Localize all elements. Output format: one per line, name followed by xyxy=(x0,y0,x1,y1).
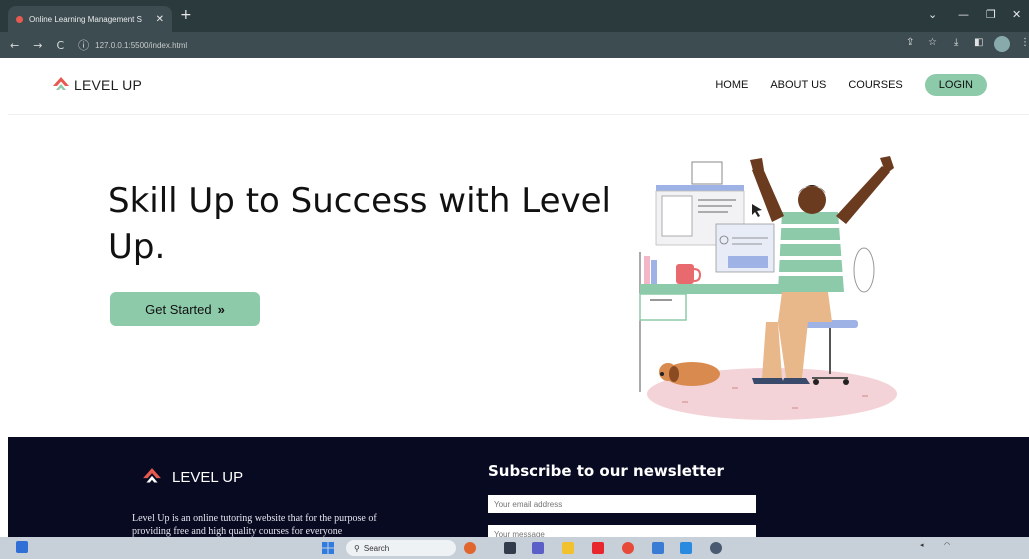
minimize-icon[interactable]: — xyxy=(958,8,969,21)
os-taskbar: ⚲ Search ◂ ◠ xyxy=(0,537,1029,559)
footer-logo-icon xyxy=(143,468,161,483)
nav-courses[interactable]: COURSES xyxy=(848,79,902,91)
sidepanel-icon[interactable]: ◧ xyxy=(974,37,983,48)
tab-close-icon[interactable]: ✕ xyxy=(156,14,164,25)
double-chevron-right-icon: » xyxy=(217,301,225,317)
share-icon[interactable]: ⇪ xyxy=(906,37,914,48)
favicon-icon xyxy=(16,15,23,23)
hero-title: Skill Up to Success with Level Up. xyxy=(108,181,611,267)
settings-gear-icon[interactable] xyxy=(710,542,722,554)
reload-icon[interactable]: C xyxy=(56,39,64,52)
site-info-icon[interactable]: ⓘ xyxy=(78,37,89,53)
widgets-icon[interactable] xyxy=(16,541,28,553)
get-started-label: Get Started xyxy=(145,301,212,317)
footer-logo[interactable]: LEVEL UP xyxy=(142,467,243,487)
profile-avatar[interactable] xyxy=(994,36,1010,52)
site-logo[interactable]: LEVEL UP xyxy=(52,76,142,94)
footer-logo-text: LEVEL UP xyxy=(172,468,244,486)
youtube-icon[interactable] xyxy=(592,542,604,554)
volume-icon[interactable]: ◂ xyxy=(920,542,924,549)
file-explorer-icon[interactable] xyxy=(562,542,574,554)
menu-kebab-icon[interactable]: ⋮ xyxy=(1020,37,1029,48)
footer-description: Level Up is an online tutoring website t… xyxy=(132,513,377,537)
newsletter-email-input[interactable] xyxy=(488,495,756,513)
browser-address-bar: ← → C ⓘ 127.0.0.1:5500/index.html xyxy=(0,32,1029,58)
site-footer: LEVEL UP Level Up is an online tutoring … xyxy=(8,437,1029,543)
windows-start-icon[interactable] xyxy=(322,542,334,554)
taskbar-search[interactable]: ⚲ Search xyxy=(346,540,456,556)
bookmark-star-icon[interactable]: ☆ xyxy=(928,37,937,48)
teams-icon[interactable] xyxy=(532,542,544,554)
site-header: LEVEL UP HOME ABOUT US COURSES LOGIN xyxy=(8,58,1029,115)
task-view-icon[interactable] xyxy=(504,542,516,554)
logo-text: LEVEL UP xyxy=(74,77,143,93)
hero-illustration xyxy=(639,156,897,420)
url-input[interactable]: 127.0.0.1:5500/index.html xyxy=(95,41,187,50)
store-icon[interactable] xyxy=(652,542,664,554)
download-icon[interactable]: ⤓ xyxy=(954,37,958,48)
wifi-icon[interactable]: ◠ xyxy=(944,542,950,549)
search-icon: ⚲ xyxy=(354,543,360,553)
get-started-button[interactable]: Get Started » xyxy=(110,292,260,326)
newsletter-title: Subscribe to our newsletter xyxy=(488,462,724,480)
vscode-icon[interactable] xyxy=(680,542,692,554)
app-icon[interactable] xyxy=(464,542,476,554)
main-nav: HOME ABOUT US COURSES LOGIN xyxy=(715,74,987,96)
browser-tab-bar: Online Learning Management S ✕ + ⌄ — ❐ ✕ xyxy=(0,0,1029,32)
chrome-icon[interactable] xyxy=(622,542,634,554)
browser-tab[interactable]: Online Learning Management S ✕ xyxy=(8,6,172,32)
forward-icon[interactable]: → xyxy=(33,39,42,52)
tab-title: Online Learning Management S xyxy=(29,14,142,24)
taskbar-search-label: Search xyxy=(363,543,390,553)
tab-search-icon[interactable]: ⌄ xyxy=(928,8,937,21)
back-icon[interactable]: ← xyxy=(10,39,19,52)
restore-icon[interactable]: ❐ xyxy=(986,8,996,21)
level-up-logo-icon xyxy=(53,77,69,90)
login-button[interactable]: LOGIN xyxy=(924,74,987,96)
new-tab-button[interactable]: + xyxy=(180,7,192,23)
nav-home[interactable]: HOME xyxy=(715,79,748,91)
nav-about-us[interactable]: ABOUT US xyxy=(770,79,826,91)
window-close-icon[interactable]: ✕ xyxy=(1012,8,1021,21)
screen: Online Learning Management S ✕ + ⌄ — ❐ ✕… xyxy=(0,0,1029,559)
